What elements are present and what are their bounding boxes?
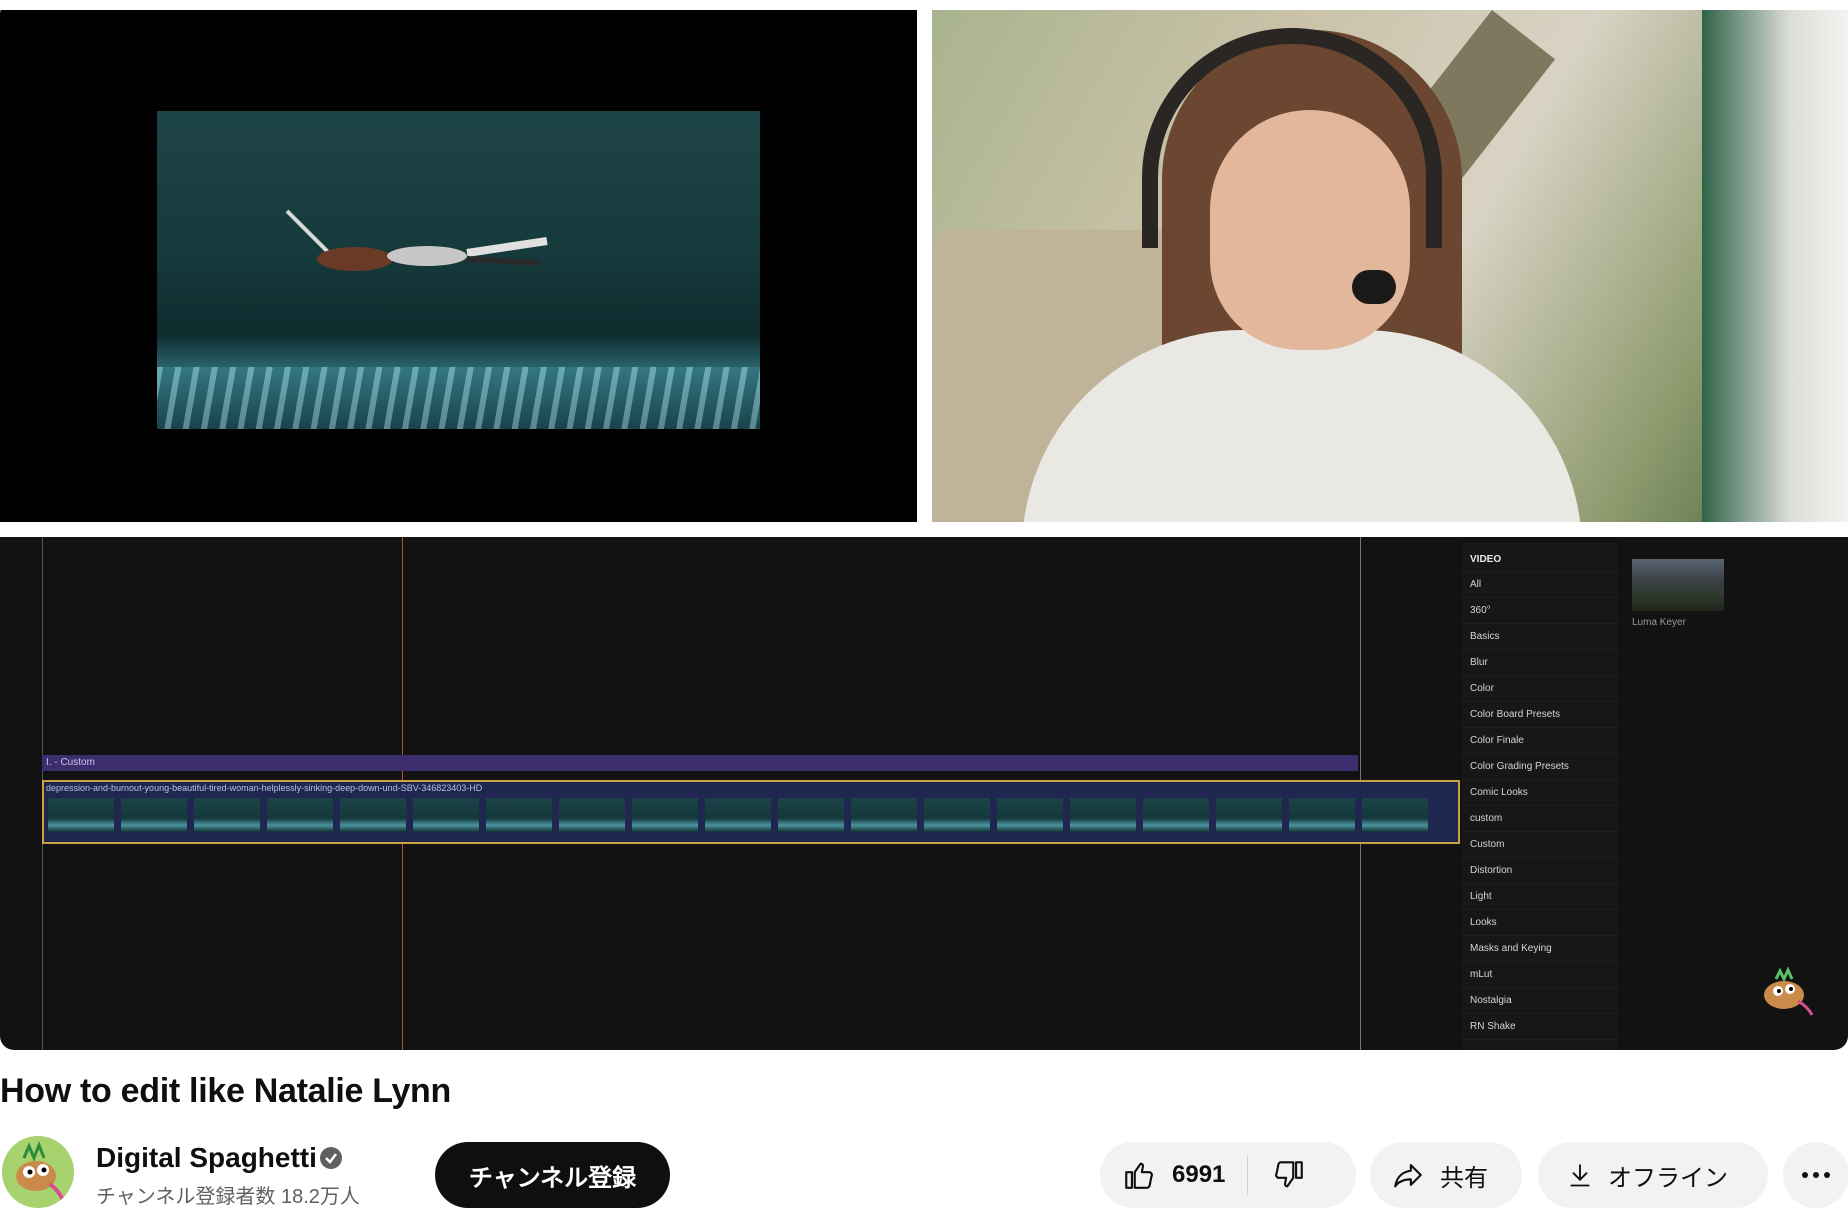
like-count: 6991: [1172, 1161, 1226, 1188]
channel-avatar[interactable]: [2, 1136, 74, 1208]
effects-item: Looks: [1462, 910, 1618, 936]
effects-item: Masks and Keying: [1462, 936, 1618, 962]
like-dislike-group: 6991: [1100, 1142, 1356, 1208]
share-button[interactable]: 共有: [1370, 1142, 1522, 1208]
clip-thumbnail: [1070, 798, 1136, 832]
clip-thumbnail: [778, 798, 844, 832]
effect-thumbnail-label: Luma Keyer: [1632, 617, 1686, 628]
clip-thumbnail: [851, 798, 917, 832]
clip-thumbnail: [267, 798, 333, 832]
clip-thumbnail: [194, 798, 260, 832]
clip-name: depression-and-burnout-young-beautiful-t…: [46, 783, 483, 793]
effects-item: Distortion: [1462, 858, 1618, 884]
effects-item: Custom: [1462, 832, 1618, 858]
clip-thumbnail: [1362, 798, 1428, 832]
download-icon: [1570, 1164, 1590, 1187]
effects-item: Light: [1462, 884, 1618, 910]
effects-item: All: [1462, 572, 1618, 598]
clip-thumbnail: [997, 798, 1063, 832]
share-arrow-icon: [1394, 1164, 1422, 1188]
effects-item: mLut: [1462, 962, 1618, 988]
car-door: [1702, 10, 1848, 522]
effects-item: Nostalgia: [1462, 988, 1618, 1014]
share-label: 共有: [1440, 1164, 1488, 1192]
editor-timeline-recording: I. - Custom depression-and-burnout-young…: [0, 537, 1848, 1050]
video-frame-right: [932, 10, 1848, 522]
microphone-icon: [1352, 270, 1396, 304]
luma-keyer-thumbnail: [1632, 559, 1724, 611]
subscriber-count: チャンネル登録者数 18.2万人: [96, 1186, 360, 1208]
video-title: How to edit like Natalie Lynn: [0, 1072, 451, 1110]
clip-thumbnails: [48, 798, 1435, 832]
more-actions-button[interactable]: [1783, 1142, 1848, 1208]
more-horizontal-icon: [1802, 1172, 1830, 1178]
effects-item: Color Board Presets: [1462, 702, 1618, 728]
clip-thumbnail: [559, 798, 625, 832]
pool-floor-light: [157, 367, 760, 429]
clip-thumbnail: [340, 798, 406, 832]
offline-download-button[interactable]: オフライン: [1538, 1142, 1768, 1208]
effects-item: Basics: [1462, 624, 1618, 650]
channel-name[interactable]: Digital Spaghetti: [96, 1142, 317, 1174]
thumbs-up-icon: [1125, 1162, 1153, 1189]
effects-heading: VIDEO: [1462, 543, 1618, 572]
clip-thumbnail: [924, 798, 990, 832]
effects-browser-list: VIDEO All 360° Basics Blur Color Color B…: [1462, 543, 1618, 1050]
clip-thumbnail: [121, 798, 187, 832]
video-player[interactable]: I. - Custom depression-and-burnout-young…: [0, 0, 1848, 1050]
title-clip-label: I. - Custom: [46, 757, 95, 768]
clip-thumbnail: [413, 798, 479, 832]
clip-thumbnail: [1143, 798, 1209, 832]
like-button[interactable]: 6991: [1100, 1142, 1247, 1208]
dislike-button[interactable]: [1248, 1142, 1306, 1208]
clip-thumbnail: [1289, 798, 1355, 832]
clip-thumbnail: [705, 798, 771, 832]
effects-item: Blur: [1462, 650, 1618, 676]
offline-label: オフライン: [1608, 1164, 1728, 1192]
video-clip: depression-and-burnout-young-beautiful-t…: [42, 780, 1460, 844]
channel-watermark-icon[interactable]: [1758, 967, 1814, 1017]
clip-thumbnail: [486, 798, 552, 832]
clip-thumbnail: [48, 798, 114, 832]
clip-thumbnail: [632, 798, 698, 832]
thumbs-down-icon: [1275, 1161, 1304, 1188]
effects-item: custom: [1462, 806, 1618, 832]
underwater-footage: [157, 111, 760, 429]
avatar-mascot-icon: [2, 1136, 74, 1208]
effects-item: Color Grading Presets: [1462, 754, 1618, 780]
effects-item: Color Finale: [1462, 728, 1618, 754]
check-circle-icon: [320, 1147, 342, 1169]
effects-item: Comic Looks: [1462, 780, 1618, 806]
title-clip: I. - Custom: [42, 755, 1358, 771]
video-frame-left: [0, 10, 917, 522]
effects-item: RN Shake: [1462, 1014, 1618, 1040]
floating-woman-figure: [285, 209, 548, 271]
subscribe-button[interactable]: チャンネル登録: [435, 1142, 670, 1208]
clip-thumbnail: [1216, 798, 1282, 832]
effects-item: Color: [1462, 676, 1618, 702]
effects-item: 360°: [1462, 598, 1618, 624]
